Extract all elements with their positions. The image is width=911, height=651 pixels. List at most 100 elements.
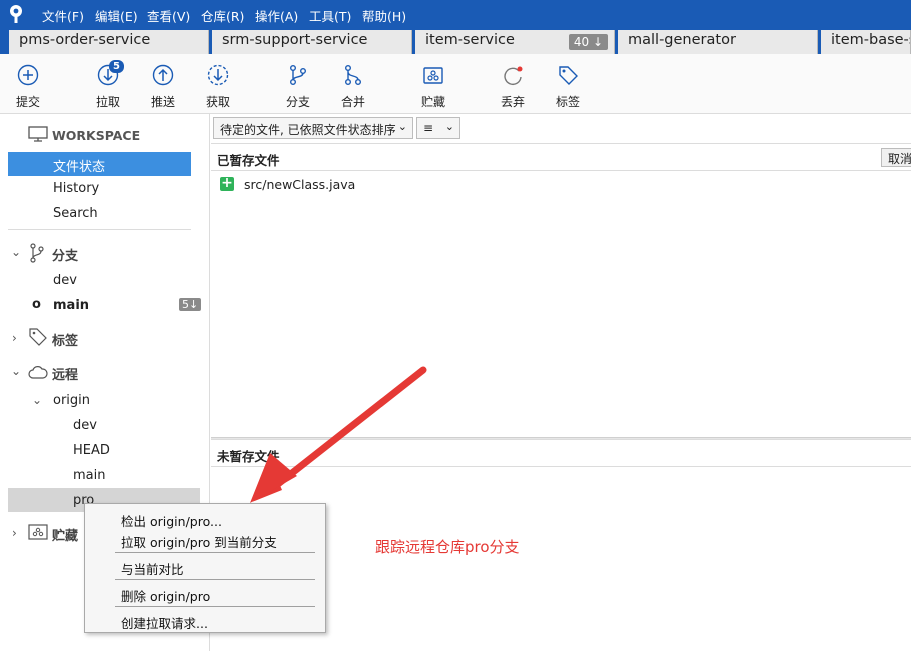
sidebar-divider <box>8 229 191 230</box>
tab-label: item-base-s <box>831 32 911 48</box>
unstaged-files-title: 未暂存文件 <box>217 449 280 464</box>
menu-item-checkout[interactable]: 检出 origin/pro... <box>121 511 222 530</box>
pull-label: 拉取 <box>95 95 120 109</box>
repo-tab-bar: pms-order-service srm-support-service it… <box>0 28 911 54</box>
commit-label: 提交 <box>15 95 40 109</box>
menu-item-delete-remote-branch[interactable]: 删除 origin/pro <box>121 586 210 605</box>
sidebar-section-stashes[interactable]: 贮藏 <box>52 525 78 544</box>
discard-label: 丢弃 <box>500 95 525 109</box>
tab-item-base[interactable]: item-base-s <box>821 30 911 54</box>
tab-label: pms-order-service <box>19 32 151 48</box>
unstaged-files-header: 未暂存文件 <box>211 439 911 467</box>
staged-file-row[interactable]: + src/newClass.java <box>211 174 911 196</box>
stashes-expand-icon[interactable]: › <box>12 526 17 540</box>
push-icon <box>152 64 174 86</box>
pull-button[interactable]: 5 拉取 <box>84 60 132 110</box>
origin-expand-icon[interactable]: ⌄ <box>32 393 42 407</box>
menu-actions[interactable]: 操作(A) <box>255 6 298 25</box>
tab-label: item-service <box>425 32 515 48</box>
merge-label: 合并 <box>340 95 365 109</box>
annotation-text: 跟踪远程仓库pro分支 <box>375 538 520 556</box>
stash-icon <box>423 67 443 84</box>
sourcetree-logo-icon <box>10 5 22 23</box>
tab-item-service[interactable]: item-service 40 ↓ <box>415 30 615 54</box>
sidebar-item-search[interactable]: Search <box>53 206 98 221</box>
fetch-label: 获取 <box>205 95 230 109</box>
sort-dropdown-value: 待定的文件, 已依照文件状态排序 <box>220 123 396 137</box>
menu-bar: 文件(F) 编辑(E) 查看(V) 仓库(R) 操作(A) 工具(T) 帮助(H… <box>0 0 911 28</box>
list-view-icon: ≡ <box>423 121 434 135</box>
pull-count-badge: 5 <box>109 60 124 73</box>
chevron-down-icon: ⌄ <box>444 120 454 133</box>
push-label: 推送 <box>150 95 175 109</box>
stash-button[interactable]: 贮藏 <box>409 64 457 110</box>
unstage-all-button[interactable]: 取消 <box>881 148 911 167</box>
staged-files-title: 已暂存文件 <box>217 153 280 168</box>
toolbar: 提交 5 拉取 推送 获取 分支 合并 贮藏 丢弃 标签 <box>0 54 911 114</box>
unstage-all-label: 取消 <box>888 152 911 166</box>
chevron-down-icon: ⌄ <box>397 120 407 133</box>
menu-separator <box>115 552 315 553</box>
menu-item-pull-into-current[interactable]: 拉取 origin/pro 到当前分支 <box>121 532 277 551</box>
menu-item-diff-against-current[interactable]: 与当前对比 <box>121 559 184 578</box>
tab-pms-order-service[interactable]: pms-order-service <box>9 30 209 54</box>
menu-help[interactable]: 帮助(H) <box>362 6 406 25</box>
menu-view[interactable]: 查看(V) <box>147 6 190 25</box>
file-status-label: 文件状态 <box>53 160 106 175</box>
menu-edit[interactable]: 编辑(E) <box>95 6 138 25</box>
remote-branch-main[interactable]: main <box>73 468 105 483</box>
sidebar-section-remotes[interactable]: 远程 <box>52 364 78 383</box>
fetch-icon <box>207 64 229 86</box>
sidebar-item-history[interactable]: History <box>53 181 99 196</box>
stash-icon <box>28 524 48 540</box>
discard-icon <box>504 66 523 86</box>
branches-expand-icon[interactable]: ⌄ <box>11 245 21 259</box>
branch-item-dev[interactable]: dev <box>53 273 77 288</box>
menu-item-create-pull-request[interactable]: 创建拉取请求... <box>121 613 208 632</box>
remote-item-origin[interactable]: origin <box>53 393 90 408</box>
branch-icon <box>290 65 306 85</box>
tag-icon <box>559 66 578 85</box>
tab-srm-support-service[interactable]: srm-support-service <box>212 30 412 54</box>
remotes-expand-icon[interactable]: ⌄ <box>11 364 21 378</box>
stash-label: 贮藏 <box>420 95 445 109</box>
push-button[interactable]: 推送 <box>139 64 187 110</box>
branch-button[interactable]: 分支 <box>274 64 322 110</box>
view-mode-dropdown[interactable]: ≡ ⌄ <box>416 117 460 139</box>
menu-file[interactable]: 文件(F) <box>42 6 84 25</box>
staged-file-name: src/newClass.java <box>244 177 356 192</box>
workspace-header: WORKSPACE <box>52 128 141 143</box>
discard-button[interactable]: 丢弃 <box>489 64 537 110</box>
tab-mall-generator[interactable]: mall-generator <box>618 30 818 54</box>
remote-branch-head[interactable]: HEAD <box>73 443 110 458</box>
menu-tools[interactable]: 工具(T) <box>309 6 351 25</box>
merge-icon <box>345 65 361 85</box>
workspace-icon <box>28 126 48 142</box>
tab-label: mall-generator <box>628 32 736 48</box>
commit-button[interactable]: 提交 <box>4 64 52 110</box>
menu-separator <box>115 606 315 607</box>
tab-behind-count-badge: 40 ↓ <box>568 34 608 50</box>
tags-expand-icon[interactable]: › <box>12 331 17 345</box>
tag-button[interactable]: 标签 <box>544 64 592 110</box>
branch-icon <box>30 243 44 263</box>
cloud-icon <box>28 366 48 379</box>
fetch-button[interactable]: 获取 <box>194 64 242 110</box>
main-behind-badge: 5↓ <box>179 298 202 311</box>
context-menu: 检出 origin/pro... 拉取 origin/pro 到当前分支 与当前… <box>84 503 326 633</box>
menu-separator <box>115 579 315 580</box>
file-added-icon: + <box>220 175 234 191</box>
sidebar-section-branches[interactable]: 分支 <box>52 245 78 264</box>
current-branch-indicator-icon: o <box>32 297 41 312</box>
branch-item-main[interactable]: main <box>53 298 89 313</box>
commit-icon <box>17 64 39 86</box>
menu-repository[interactable]: 仓库(R) <box>201 6 244 25</box>
merge-button[interactable]: 合并 <box>329 64 377 110</box>
sidebar-section-tags[interactable]: 标签 <box>52 330 78 349</box>
tag-icon <box>29 328 47 346</box>
tag-label: 标签 <box>555 95 580 109</box>
remote-branch-dev[interactable]: dev <box>73 418 97 433</box>
sort-dropdown[interactable]: 待定的文件, 已依照文件状态排序 ⌄ <box>213 117 413 139</box>
staged-files-header: 已暂存文件 取消 <box>211 143 911 171</box>
tab-label: srm-support-service <box>222 32 368 48</box>
